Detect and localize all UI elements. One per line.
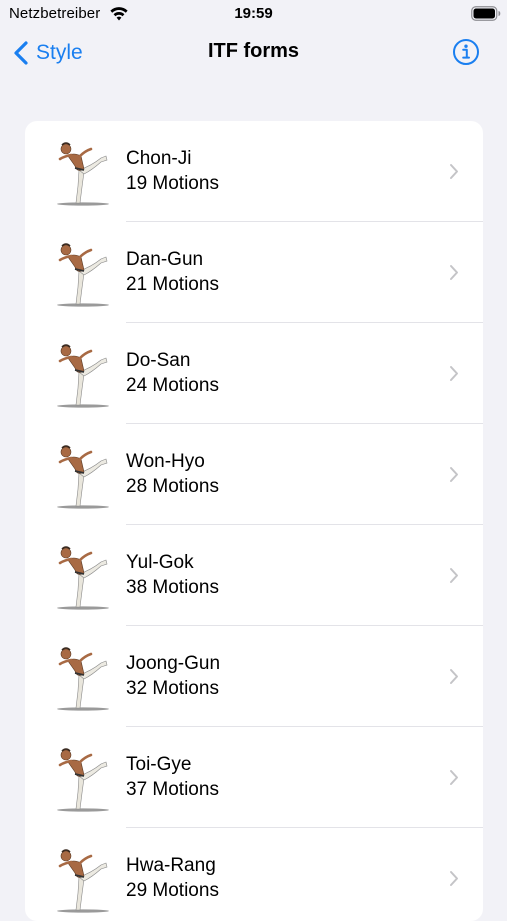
taekwondo-figure-icon — [57, 445, 109, 509]
forms-list: Chon-Ji 19 Motions Dan-Gun 21 Motions Do… — [25, 121, 483, 921]
battery-full-icon — [471, 6, 501, 21]
list-item[interactable]: Toi-Gye 37 Motions — [25, 727, 483, 828]
form-name: Won-Hyo — [126, 451, 205, 472]
list-item-text: Joong-Gun 32 Motions — [126, 651, 220, 701]
clock: 19:59 — [234, 5, 273, 22]
motion-count: 32 Motions — [126, 678, 219, 699]
chevron-right-icon — [450, 669, 458, 684]
list-item[interactable]: Dan-Gun 21 Motions — [25, 222, 483, 323]
list-item-text: Chon-Ji 19 Motions — [126, 146, 219, 196]
form-name: Hwa-Rang — [126, 855, 216, 876]
list-item[interactable]: Hwa-Rang 29 Motions — [25, 828, 483, 921]
taekwondo-figure-icon — [57, 142, 109, 206]
chevron-right-icon — [450, 871, 458, 886]
chevron-right-icon — [450, 770, 458, 785]
page-title: ITF forms — [207, 40, 300, 62]
chevron-right-icon — [450, 265, 458, 280]
list-item[interactable]: Do-San 24 Motions — [25, 323, 483, 424]
list-item[interactable]: Yul-Gok 38 Motions — [25, 525, 483, 626]
form-name: Chon-Ji — [126, 148, 192, 169]
taekwondo-figure-icon — [57, 849, 109, 913]
motion-count: 19 Motions — [126, 173, 219, 194]
chevron-right-icon — [450, 366, 458, 381]
list-item-text: Dan-Gun 21 Motions — [126, 247, 219, 297]
list-item-text: Yul-Gok 38 Motions — [126, 550, 219, 600]
list-item[interactable]: Chon-Ji 19 Motions — [25, 121, 483, 222]
form-name: Do-San — [126, 350, 191, 371]
status-bar: Netzbetreiber 19:59 — [0, 0, 507, 30]
taekwondo-figure-icon — [57, 344, 109, 408]
form-name: Joong-Gun — [126, 653, 221, 674]
form-name: Toi-Gye — [126, 754, 192, 775]
list-item-text: Do-San 24 Motions — [126, 348, 219, 398]
motion-count: 38 Motions — [126, 577, 219, 598]
list-item-text: Hwa-Rang 29 Motions — [126, 853, 219, 903]
list-item-text: Toi-Gye 37 Motions — [126, 752, 219, 802]
taekwondo-figure-icon — [57, 647, 109, 711]
motion-count: 29 Motions — [126, 880, 219, 901]
list-item[interactable]: Won-Hyo 28 Motions — [25, 424, 483, 525]
taekwondo-figure-icon — [57, 546, 109, 610]
chevron-right-icon — [450, 568, 458, 583]
navigation-bar: Style ITF forms — [0, 30, 507, 76]
list-item[interactable]: Joong-Gun 32 Motions — [25, 626, 483, 727]
motion-count: 37 Motions — [126, 779, 219, 800]
motion-count: 24 Motions — [126, 375, 219, 396]
motion-count: 28 Motions — [126, 476, 219, 497]
chevron-right-icon — [450, 164, 458, 179]
list-item-text: Won-Hyo 28 Motions — [126, 449, 219, 499]
form-name: Dan-Gun — [126, 249, 204, 270]
taekwondo-figure-icon — [57, 243, 109, 307]
motion-count: 21 Motions — [126, 274, 219, 295]
taekwondo-figure-icon — [57, 748, 109, 812]
form-name: Yul-Gok — [126, 552, 194, 573]
chevron-right-icon — [450, 467, 458, 482]
info-circle-icon[interactable] — [452, 38, 480, 66]
